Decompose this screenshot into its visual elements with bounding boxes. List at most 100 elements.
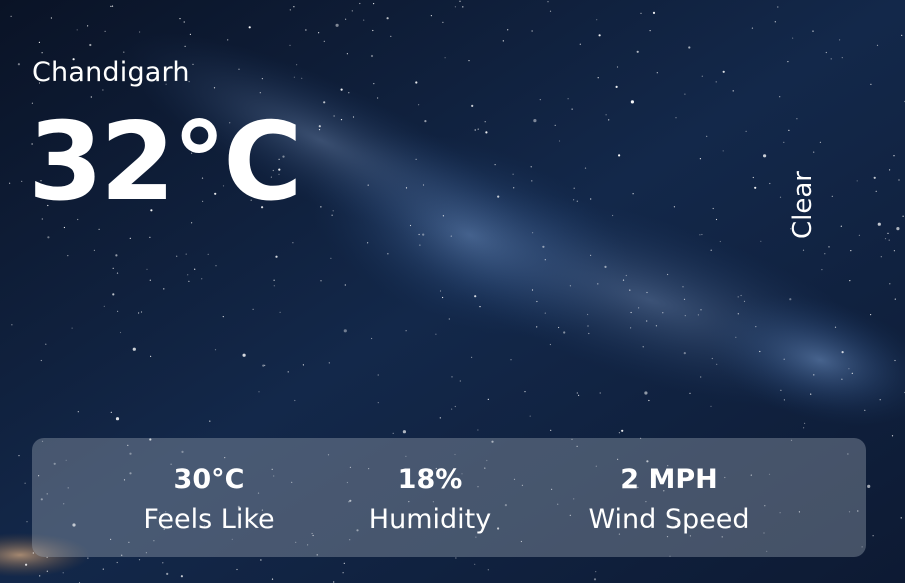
star [497,195,500,198]
star [684,93,686,95]
star [318,32,320,34]
star [104,30,106,32]
star [783,141,785,143]
star [185,253,187,255]
star [858,234,861,236]
star [116,561,118,564]
star [331,214,333,216]
star [402,430,406,434]
star [46,570,48,572]
star [597,283,599,285]
star [454,6,456,8]
star [359,2,361,5]
wind-speed-label: Wind Speed [588,504,750,535]
star [24,482,26,484]
star [547,1,549,3]
star [405,330,407,332]
star [166,572,169,576]
star [183,21,185,23]
star [576,200,578,202]
star [112,293,115,296]
star [439,290,442,292]
star [576,392,578,394]
star [103,305,105,307]
star [598,34,601,37]
star [597,77,599,79]
current-temperature: 32°C [28,100,303,225]
star [834,326,837,328]
star [737,296,739,298]
star [149,236,151,238]
star [876,44,879,46]
star [777,6,779,8]
star [318,129,321,131]
star [769,182,771,185]
star [531,180,533,182]
star [50,17,53,19]
star [409,224,412,227]
star [487,398,489,400]
star [902,215,904,217]
star [76,29,78,31]
star [328,362,330,364]
star [293,6,295,8]
star [189,33,191,36]
star [638,307,640,309]
star [590,198,592,200]
star [180,575,183,578]
star [563,331,566,334]
star [439,417,441,419]
star [209,420,211,422]
star [273,279,275,281]
star [774,21,776,23]
star [792,37,794,39]
star [377,402,379,404]
star [779,96,781,98]
star [652,11,656,14]
star [289,9,291,11]
star [893,155,895,157]
star [625,274,627,277]
star [901,34,903,37]
star [323,101,326,104]
star [630,311,632,314]
star [877,222,881,226]
star [222,316,224,318]
star [889,283,891,285]
star [550,429,552,431]
star [40,359,42,362]
star [261,78,263,80]
star [227,39,229,41]
star [215,265,217,267]
star [367,184,369,186]
star [45,343,47,345]
star [18,455,20,457]
star [629,289,631,291]
star [262,364,265,367]
star [419,244,421,246]
humidity-stat: 18% Humidity [330,460,530,540]
star [840,225,842,227]
star [77,411,79,413]
star [856,180,858,182]
star [373,3,375,5]
star [485,131,488,134]
star [813,151,815,153]
star [371,337,373,340]
star [880,256,882,258]
star [783,358,785,360]
star [294,399,296,402]
city-name: Chandigarh [32,57,190,88]
star [810,393,812,395]
feels-like-value: 30°C [173,464,245,495]
star [622,279,625,281]
star [110,411,112,413]
star [530,166,532,168]
star [649,30,651,32]
star [386,17,389,20]
star [333,115,335,117]
star [898,179,900,181]
star [712,207,714,210]
star [89,43,92,47]
star [755,326,757,328]
